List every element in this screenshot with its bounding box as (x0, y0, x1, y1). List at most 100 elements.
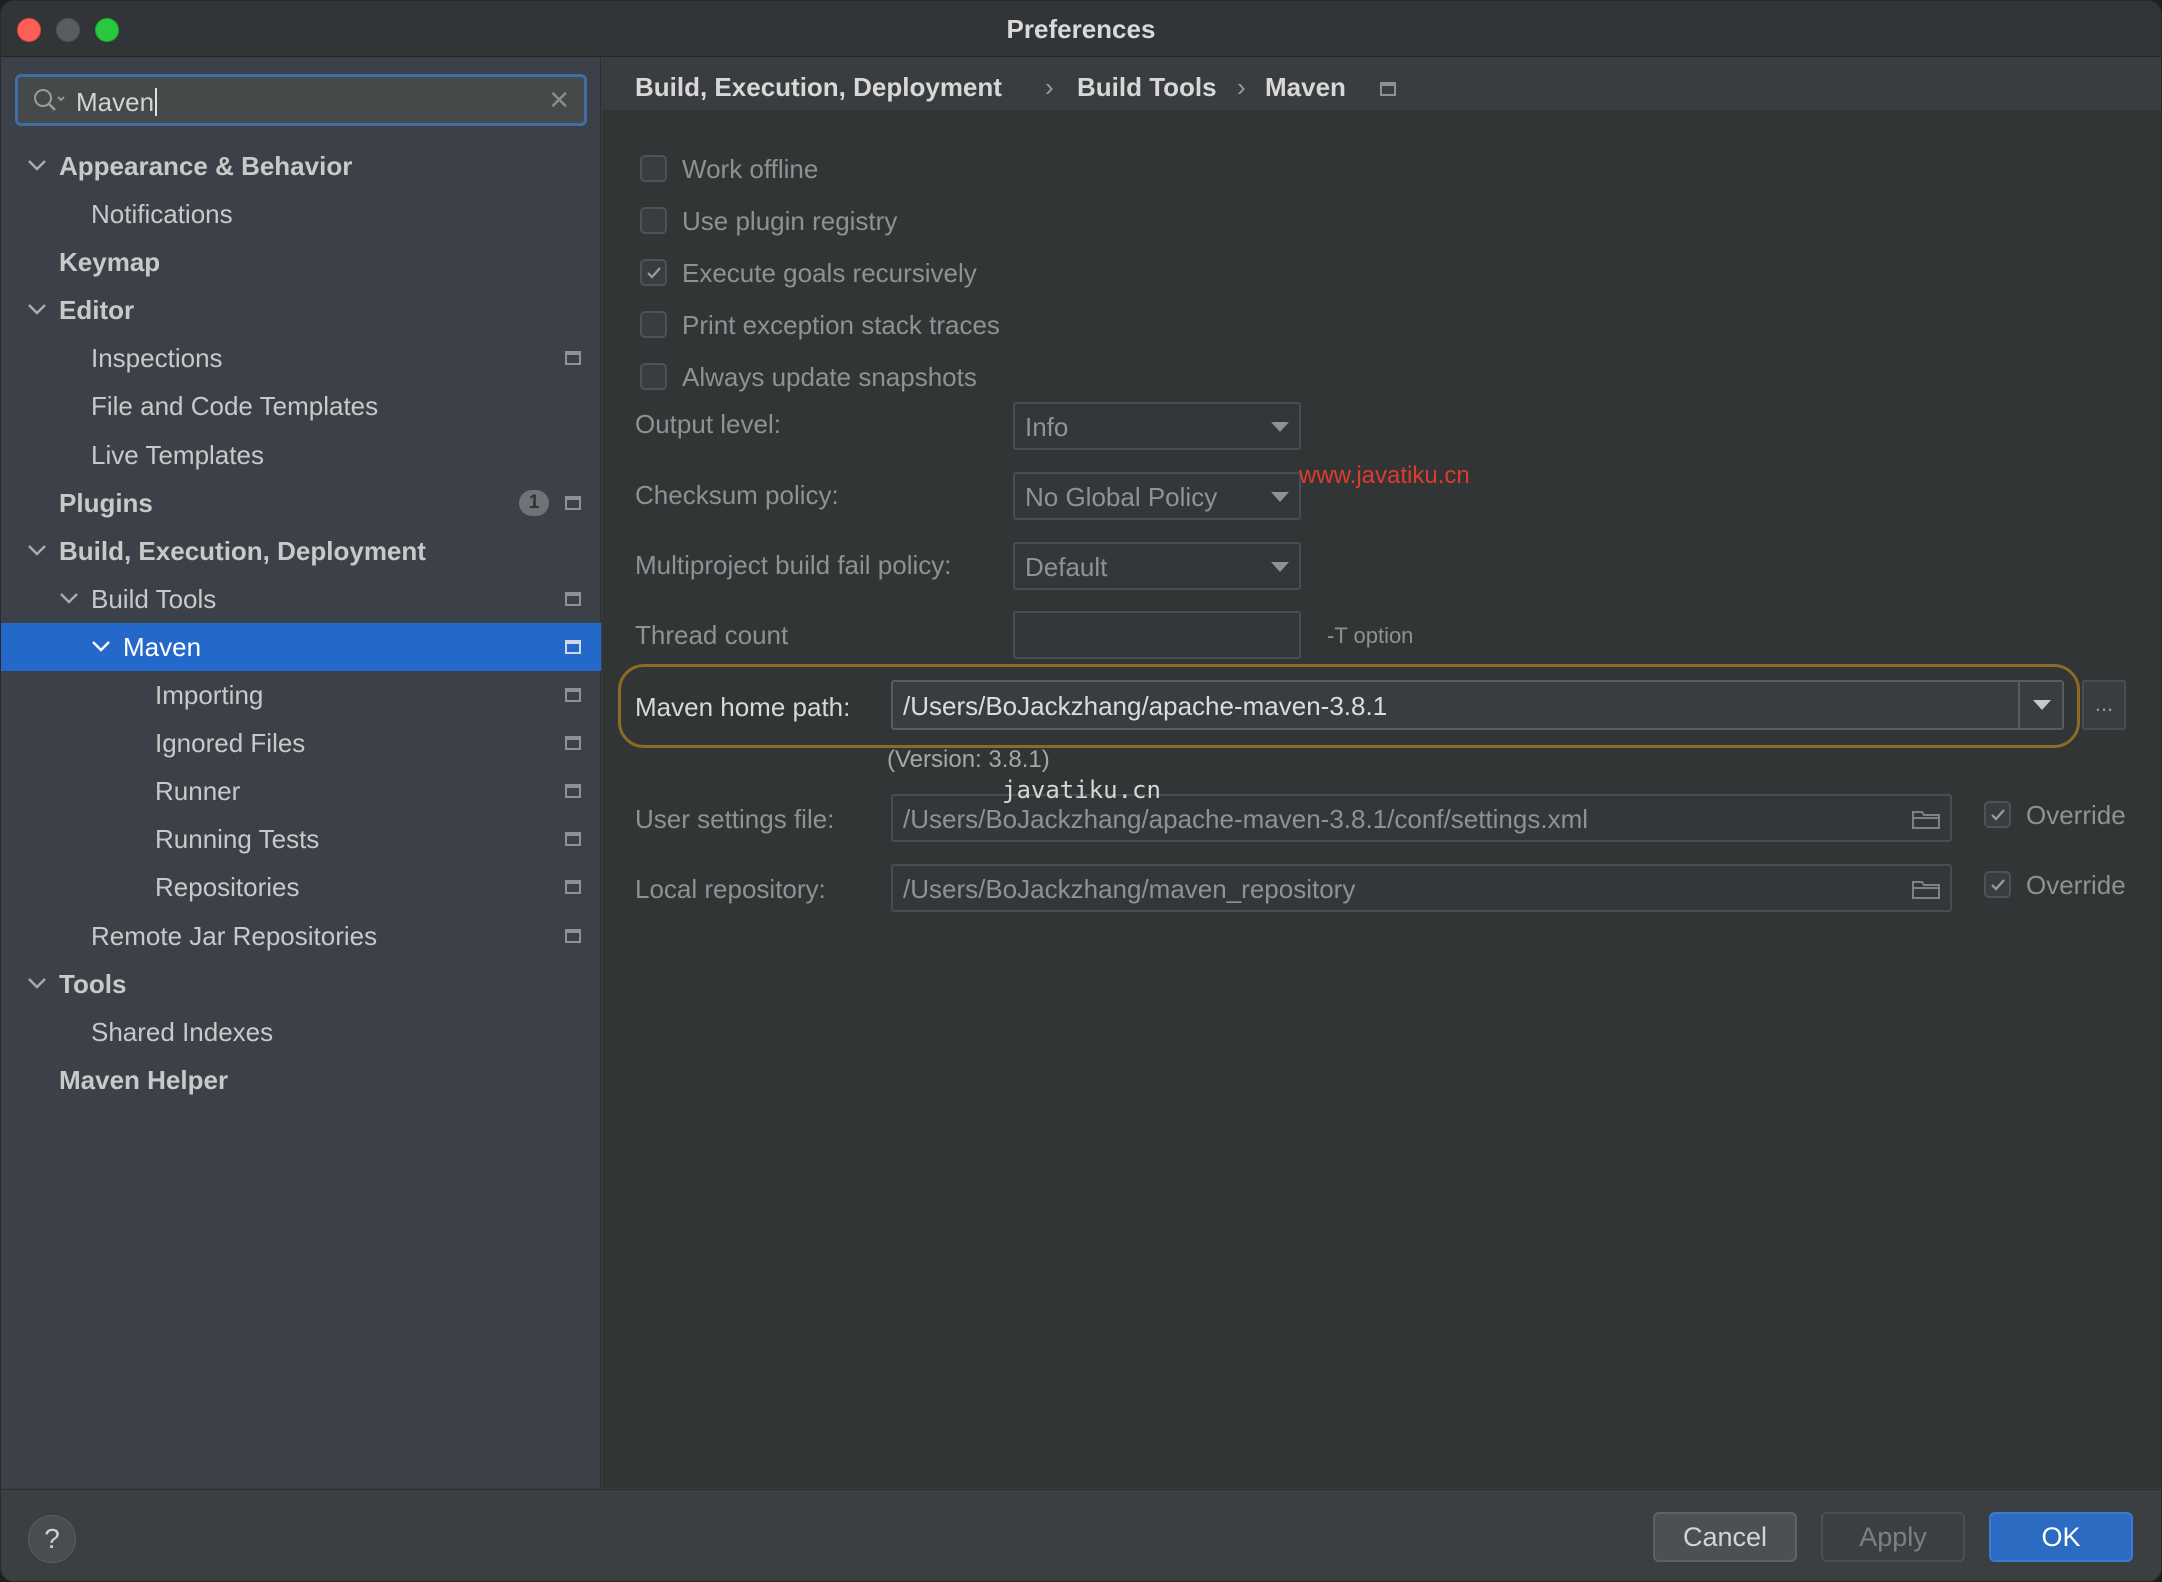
chevron-down-icon[interactable] (25, 142, 51, 190)
checkbox[interactable] (1984, 801, 2011, 828)
sidebar-item-remote-jar-repositories[interactable]: Remote Jar Repositories (1, 912, 601, 960)
folder-icon[interactable] (1912, 879, 1940, 899)
sidebar-item-label: Running Tests (155, 824, 320, 855)
folder-icon[interactable] (1912, 809, 1940, 829)
chevron-down-icon[interactable] (2018, 682, 2062, 728)
watermark-text: www.javatiku.cn (1299, 462, 1470, 489)
sidebar-item-editor[interactable]: Editor (1, 286, 601, 334)
sidebar-item-label: Repositories (155, 872, 300, 903)
output-level-label: Output level: (635, 409, 781, 439)
maven-version-text: (Version: 3.8.1) (887, 746, 1050, 773)
preferences-window: Preferences Maven ✕ Appearance & Behavio… (0, 0, 2162, 1582)
checkbox[interactable] (640, 155, 667, 182)
sidebar-item-build-execution-deployment[interactable]: Build, Execution, Deployment (1, 527, 601, 575)
override-label: Override (2026, 870, 2126, 900)
project-level-icon (565, 784, 581, 799)
sidebar-item-inspections[interactable]: Inspections (1, 334, 601, 382)
local-repo-value: /Users/BoJackzhang/maven_repository (903, 874, 1356, 904)
chevron-down-icon[interactable] (25, 527, 51, 575)
multiproject-policy-select[interactable]: Default (1013, 542, 1301, 590)
option-label: Use plugin registry (682, 206, 898, 236)
checksum-policy-label: Checksum policy: (635, 480, 839, 510)
sidebar-item-notifications[interactable]: Notifications (1, 190, 601, 238)
dialog-footer: ? Cancel Apply OK (1, 1489, 2161, 1581)
sidebar-item-plugins[interactable]: Plugins 1 (1, 479, 601, 527)
breadcrumb-item: Build, Execution, Deployment (635, 72, 1002, 102)
thread-count-input[interactable] (1013, 611, 1301, 659)
search-icon (32, 87, 68, 115)
thread-count-hint: -T option (1327, 623, 1414, 648)
thread-count-label: Thread count (635, 620, 789, 650)
chevron-down-icon (1271, 562, 1289, 572)
settings-search-input[interactable]: Maven ✕ (15, 74, 587, 126)
local-repo-input[interactable]: /Users/BoJackzhang/maven_repository (891, 864, 1952, 912)
clear-search-icon[interactable]: ✕ (548, 85, 570, 116)
ok-button[interactable]: OK (1989, 1512, 2133, 1562)
sidebar-item-live-templates[interactable]: Live Templates (1, 431, 601, 479)
chevron-down-icon (1271, 422, 1289, 432)
breadcrumb-separator: › (1045, 72, 1054, 102)
apply-button[interactable]: Apply (1821, 1512, 1965, 1562)
sidebar-item-label: Maven (123, 631, 202, 662)
settings-tree: Appearance & Behavior Notifications Keymap… (1, 142, 601, 1104)
sidebar-item-maven[interactable]: Maven (1, 622, 601, 672)
sidebar-item-runner[interactable]: Runner (1, 767, 601, 815)
breadcrumb-item: Maven (1265, 72, 1346, 102)
maven-settings-panel: Build, Execution, Deployment › Build Too… (602, 58, 2161, 1488)
sidebar-item-label: Inspections (91, 343, 223, 374)
sidebar-item-keymap[interactable]: Keymap (1, 238, 601, 286)
sidebar-item-label: Notifications (91, 199, 233, 230)
project-level-icon (565, 495, 581, 510)
sidebar-item-importing[interactable]: Importing (1, 671, 601, 719)
checkbox[interactable] (640, 363, 667, 390)
checkbox[interactable] (640, 259, 667, 286)
search-query: Maven (76, 87, 157, 118)
help-button[interactable]: ? (28, 1515, 76, 1563)
sidebar-item-label: Plugins (59, 487, 153, 518)
project-level-icon (565, 832, 581, 847)
option-label: Always update snapshots (682, 362, 977, 392)
sidebar-item-maven-helper[interactable]: Maven Helper (1, 1056, 601, 1104)
sidebar-item-label: Live Templates (91, 439, 264, 470)
option-label: Print exception stack traces (682, 310, 1000, 340)
project-level-icon (565, 351, 581, 366)
checkbox[interactable] (640, 311, 667, 338)
multiproject-policy-value: Default (1025, 552, 1108, 582)
sidebar-item-label: Importing (155, 680, 264, 711)
browse-maven-home-button[interactable]: ... (2082, 680, 2126, 730)
project-level-icon (565, 688, 581, 703)
sidebar-item-running-tests[interactable]: Running Tests (1, 815, 601, 863)
sidebar-item-tools[interactable]: Tools (1, 960, 601, 1008)
chevron-down-icon[interactable] (25, 960, 51, 1008)
sidebar-item-label: Build, Execution, Deployment (59, 535, 426, 566)
checkbox[interactable] (1984, 871, 2011, 898)
sidebar-item-shared-indexes[interactable]: Shared Indexes (1, 1008, 601, 1056)
sidebar-item-repositories[interactable]: Repositories (1, 863, 601, 911)
chevron-down-icon[interactable] (89, 623, 115, 671)
sidebar-item-ignored-files[interactable]: Ignored Files (1, 719, 601, 767)
sidebar-item-label: File and Code Templates (91, 391, 379, 422)
cancel-button[interactable]: Cancel (1653, 1512, 1797, 1562)
sidebar-item-file-and-code-templates[interactable]: File and Code Templates (1, 382, 601, 430)
sidebar-item-label: Maven Helper (59, 1064, 229, 1095)
sidebar-item-build-tools[interactable]: Build Tools (1, 575, 601, 623)
sidebar-item-label: Editor (59, 295, 135, 326)
output-level-select[interactable]: Info (1013, 402, 1301, 450)
override-label: Override (2026, 800, 2126, 830)
project-level-icon (565, 928, 581, 943)
window-title: Preferences (1006, 14, 1156, 44)
checkbox[interactable] (640, 207, 667, 234)
chevron-down-icon (1271, 492, 1289, 502)
project-level-icon (1380, 82, 1396, 96)
chevron-down-icon[interactable] (25, 286, 51, 334)
sidebar-item-label: Remote Jar Repositories (91, 920, 378, 951)
project-level-icon (565, 880, 581, 895)
option-label: Work offline (682, 154, 819, 184)
maven-home-value: /Users/BoJackzhang/apache-maven-3.8.1 (903, 691, 1388, 721)
chevron-down-icon[interactable] (57, 575, 83, 623)
project-level-icon (565, 639, 581, 654)
sidebar-item-appearance-behavior[interactable]: Appearance & Behavior (1, 142, 601, 190)
sidebar-item-label: Ignored Files (155, 728, 306, 759)
maven-home-select[interactable]: /Users/BoJackzhang/apache-maven-3.8.1 (891, 680, 2064, 730)
checksum-policy-select[interactable]: No Global Policy (1013, 472, 1301, 520)
